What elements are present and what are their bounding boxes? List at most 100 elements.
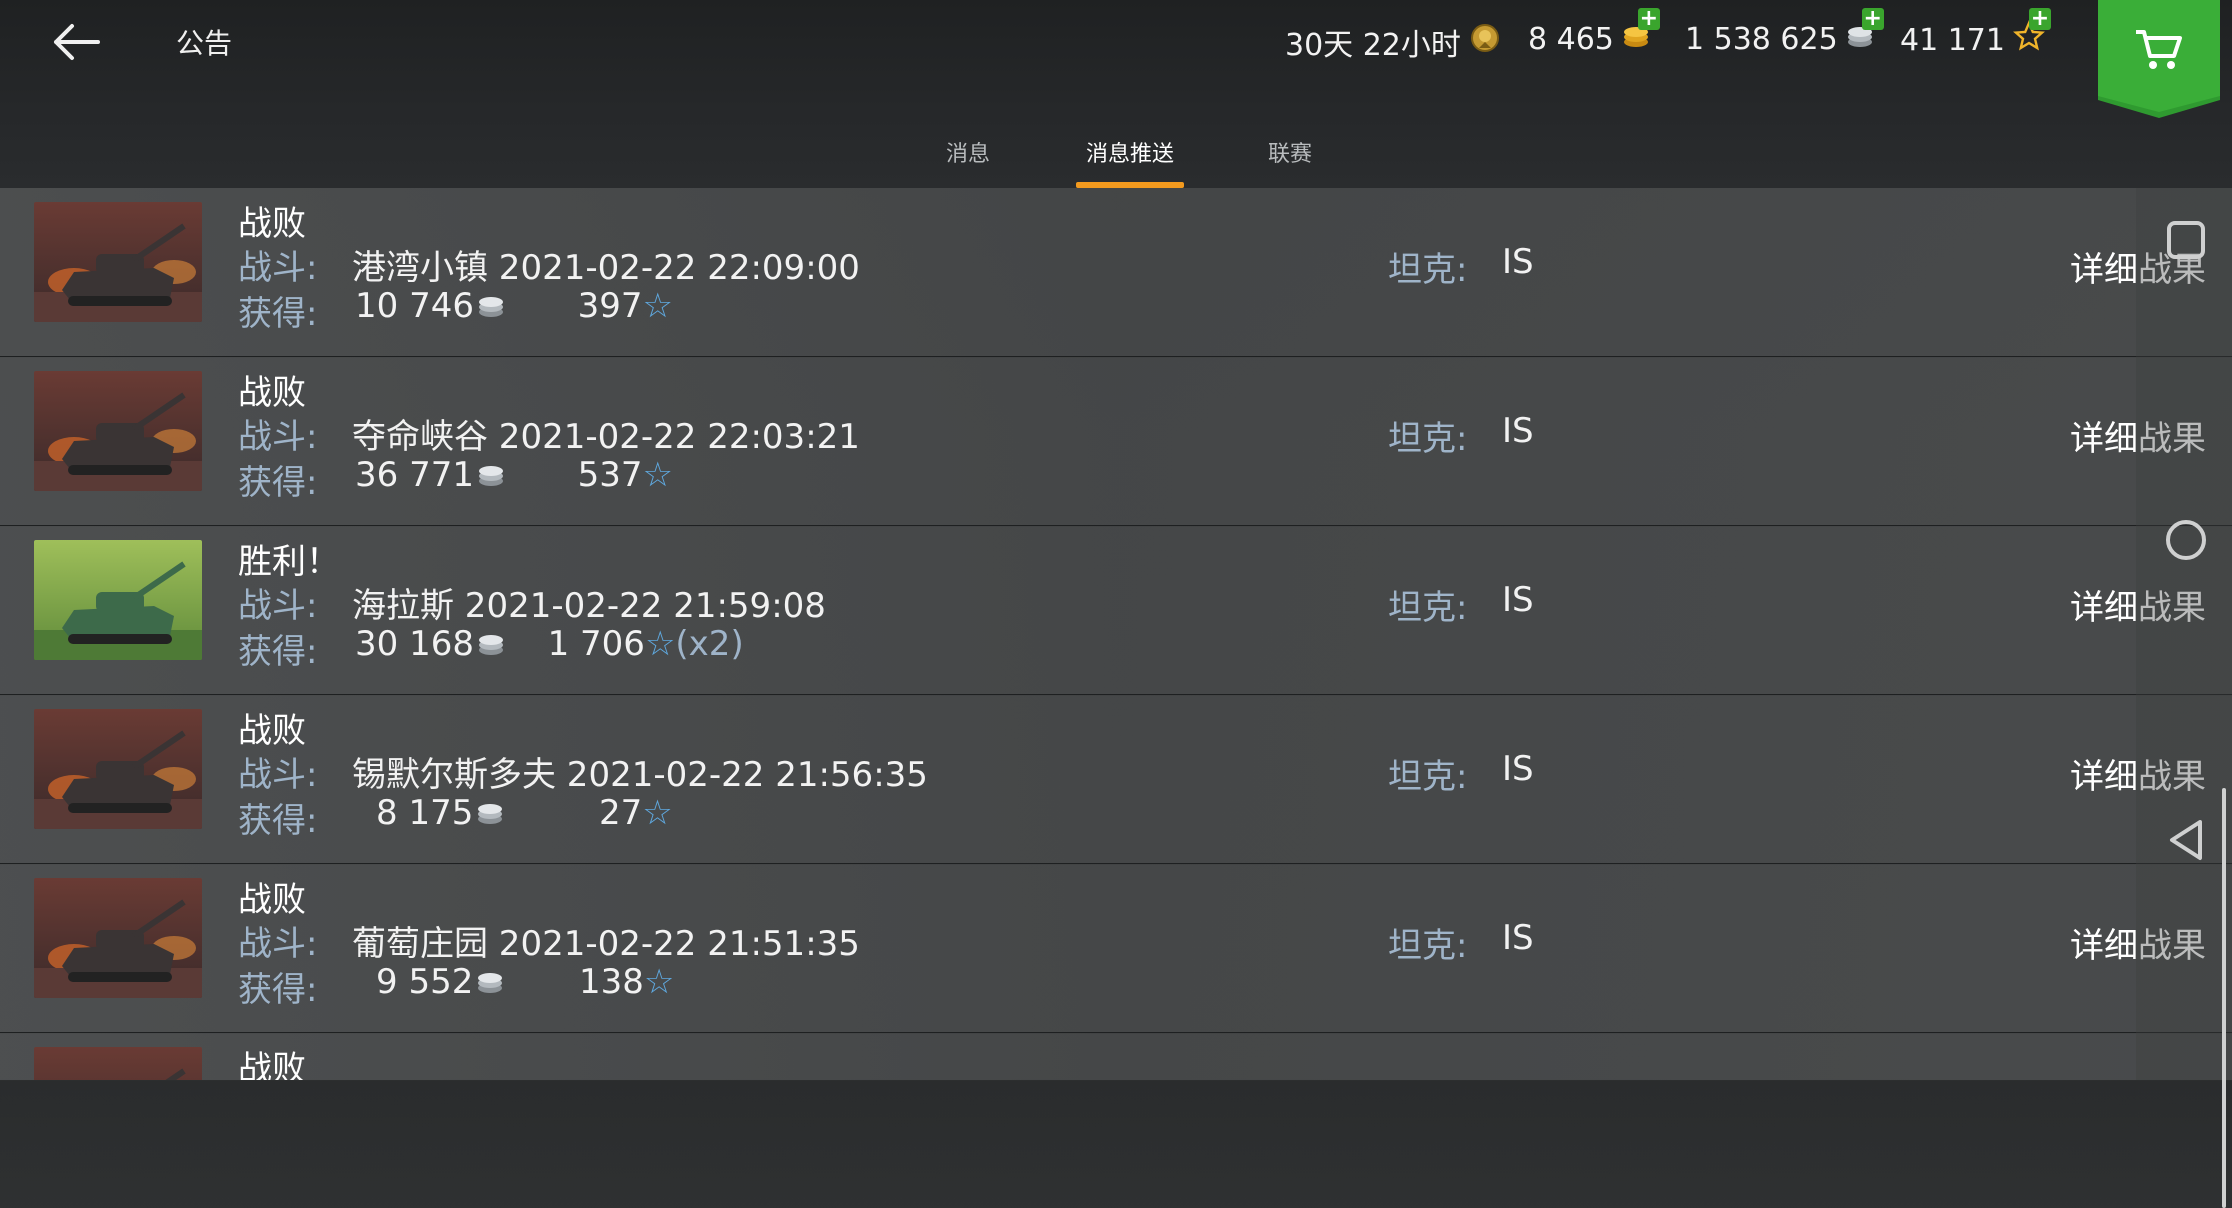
earned-label: 获得: [238, 463, 318, 503]
star-icon: ☆ [642, 793, 673, 833]
tab-push-messages[interactable]: 消息推送 [1076, 130, 1184, 188]
add-gold-button[interactable]: + [1637, 8, 1660, 30]
star-icon: ☆ [642, 286, 673, 326]
battle-map-time: 夺命峡谷 2021-02-22 22:03:21 [352, 417, 860, 457]
circle-icon [2166, 520, 2206, 560]
battle-row[interactable]: 胜利！ 战斗: 海拉斯 2021-02-22 21:59:08 获得: 30 1… [0, 526, 2232, 696]
battle-thumbnail [34, 1047, 202, 1080]
credits-amount: 1 538 625 [1685, 21, 1838, 57]
silver-coin-icon [476, 626, 506, 666]
page-title: 公告 [176, 27, 233, 60]
tank-name: IS [1502, 411, 1534, 451]
tank-name: IS [1502, 580, 1534, 620]
battle-thumbnail [34, 540, 202, 660]
earned-credits: 10 746 [355, 286, 474, 326]
silver-coin-icon [476, 457, 506, 497]
home-button[interactable] [2164, 518, 2208, 566]
tank-name: IS [1502, 918, 1534, 958]
earned-xp: 1 706 [547, 624, 645, 664]
earned-credits: 30 168 [355, 624, 474, 664]
battle-label: 战斗: [238, 924, 318, 964]
tab-messages[interactable]: 消息 [930, 130, 1006, 188]
premium-time-text: 30天 22小时 [1285, 28, 1461, 63]
star-icon: ☆ [642, 455, 673, 495]
tank-label: 坦克: [1388, 419, 1468, 459]
battle-thumbnail [34, 709, 202, 829]
earned-xp: 27 [598, 793, 643, 833]
earned-credits: 9 552 [376, 962, 474, 1002]
battle-thumbnail [34, 202, 202, 322]
credits-balance[interactable]: 1 538 625 + [1685, 8, 1884, 58]
earned-values: 30 168 1 706☆(x2) [355, 624, 744, 666]
premium-account-time[interactable]: 30天 22小时 [1285, 20, 1501, 64]
tank-name: IS [1502, 242, 1534, 282]
triangle-back-icon [2170, 820, 2202, 860]
battle-label: 战斗: [238, 755, 318, 795]
battle-row[interactable]: 战败 战斗: 锡默尔斯多夫 2021-02-22 21:56:35 获得: 8 … [0, 695, 2232, 865]
battle-map-time: 港湾小镇 2021-02-22 22:09:00 [352, 248, 860, 288]
arrow-left-icon [54, 24, 100, 60]
earned-label: 获得: [238, 632, 318, 672]
star-icon: ☆ [643, 962, 675, 1002]
battle-thumbnail [34, 878, 202, 998]
back-button[interactable] [48, 14, 108, 70]
earned-credits: 36 771 [355, 455, 474, 495]
tab-bar: 消息 消息推送 联赛 [0, 130, 2232, 188]
battle-row[interactable]: 战败 [0, 1033, 2232, 1080]
tank-label: 坦克: [1388, 926, 1468, 966]
tab-league[interactable]: 联赛 [1252, 130, 1328, 188]
earned-xp: 537 [577, 455, 643, 495]
gold-balance[interactable]: 8 465 + [1528, 8, 1660, 58]
battle-result: 胜利！ [238, 542, 340, 582]
battle-result: 战败 [238, 204, 306, 244]
earned-values: 8 175 27☆ [376, 793, 673, 835]
tank-label: 坦克: [1388, 588, 1468, 628]
earned-xp: 138 [578, 962, 644, 1002]
earned-label: 获得: [238, 970, 318, 1010]
battle-result: 战败 [238, 373, 306, 413]
shopping-cart-icon [2136, 30, 2182, 69]
silver-coin-icon [475, 964, 505, 1004]
battle-thumbnail [34, 371, 202, 491]
add-free-xp-button[interactable]: + [2028, 8, 2051, 30]
battle-result: 战败 [238, 711, 306, 751]
battle-row[interactable]: 战败 战斗: 夺命峡谷 2021-02-22 22:03:21 获得: 36 7… [0, 357, 2232, 527]
battle-report-list[interactable]: 战败 战斗: 港湾小镇 2021-02-22 22:09:00 获得: 10 7… [0, 188, 2232, 1080]
square-icon [2167, 221, 2205, 259]
system-navigation-bar [2136, 188, 2232, 1208]
recent-apps-button[interactable] [2166, 220, 2206, 264]
battle-row[interactable]: 战败 战斗: 港湾小镇 2021-02-22 22:09:00 获得: 10 7… [0, 188, 2232, 358]
scrollbar[interactable] [2222, 788, 2226, 1208]
tank-label: 坦克: [1388, 757, 1468, 797]
silver-coin-icon [475, 795, 505, 835]
battle-map-time: 海拉斯 2021-02-22 21:59:08 [352, 586, 826, 626]
silver-coin-icon [476, 288, 506, 328]
battle-row[interactable]: 战败 战斗: 葡萄庄园 2021-02-22 21:51:35 获得: 9 55… [0, 864, 2232, 1034]
free-xp-balance[interactable]: 41 171 + [1900, 8, 2051, 60]
top-bar: 公告 30天 22小时 8 465 + 1 538 625 + 41 171 +… [0, 0, 2232, 188]
add-credits-button[interactable]: + [1861, 8, 1884, 30]
earned-label: 获得: [238, 801, 318, 841]
battle-result: 战败 [238, 1049, 306, 1080]
star-icon: ☆ [644, 624, 676, 664]
earned-xp: 397 [577, 286, 643, 326]
battle-map-time: 锡默尔斯多夫 2021-02-22 21:56:35 [352, 755, 928, 795]
battle-label: 战斗: [238, 248, 318, 288]
gold-amount: 8 465 [1528, 21, 1614, 57]
xp-multiplier: (x2) [675, 624, 744, 664]
tank-label: 坦克: [1388, 250, 1468, 290]
back-nav-button[interactable] [2166, 818, 2206, 866]
earned-values: 9 552 138☆ [376, 962, 674, 1004]
gold-coin-icon: + [1622, 8, 1660, 58]
battle-map-time: 葡萄庄园 2021-02-22 21:51:35 [352, 924, 860, 964]
battle-result: 战败 [238, 880, 306, 920]
silver-coin-icon: + [1846, 8, 1884, 58]
tank-name: IS [1502, 749, 1534, 789]
earned-values: 36 771 537☆ [355, 455, 673, 497]
earned-label: 获得: [238, 294, 318, 334]
earned-credits: 8 175 [376, 793, 474, 833]
earned-values: 10 746 397☆ [355, 286, 673, 328]
shop-cart-button[interactable] [2098, 0, 2220, 118]
free-xp-amount: 41 171 [1900, 22, 2005, 58]
premium-badge-icon [1469, 22, 1501, 62]
